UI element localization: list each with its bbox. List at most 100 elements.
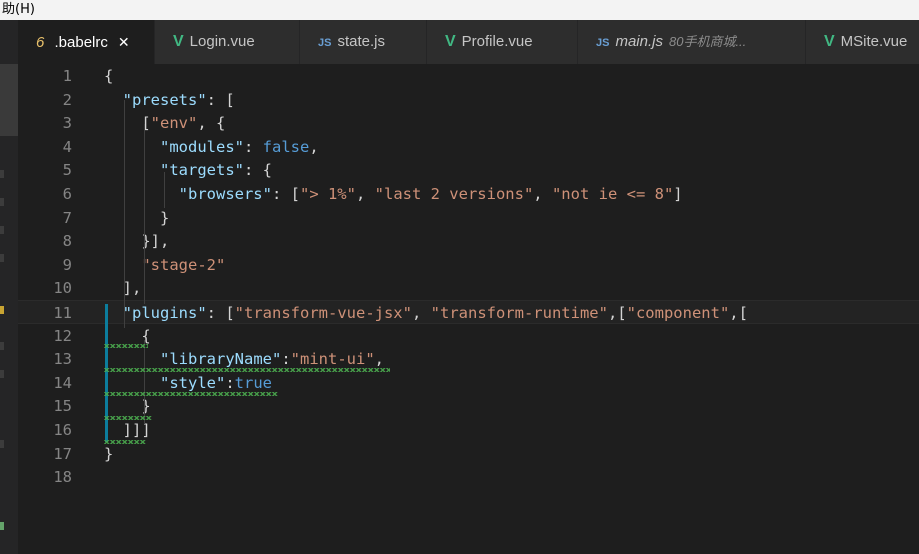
tab-main-js[interactable]: JS main.js 80手机商城... bbox=[578, 20, 806, 64]
line-number: 4 bbox=[62, 137, 72, 156]
line-number: 11 bbox=[53, 304, 72, 322]
code-line[interactable]: 5 "targets": { bbox=[18, 158, 919, 182]
line-number: 13 bbox=[53, 350, 72, 369]
code-line[interactable]: 6 "browsers": ["> 1%", "last 2 versions"… bbox=[18, 182, 919, 206]
code-token: "mint-ui" bbox=[290, 350, 375, 369]
explorer-marker bbox=[0, 440, 4, 448]
tab-login-vue[interactable]: V Login.vue bbox=[155, 20, 300, 64]
error-squiggle bbox=[104, 344, 148, 348]
code-token: } bbox=[104, 444, 114, 463]
code-text: ], bbox=[104, 276, 142, 300]
code-token: "modules" bbox=[160, 137, 244, 156]
code-token: true bbox=[234, 373, 272, 392]
line-number: 5 bbox=[62, 161, 72, 180]
code-line[interactable]: 4 "modules": false, bbox=[18, 135, 919, 159]
code-line[interactable]: 11 "plugins": ["transform-vue-jsx", "tra… bbox=[18, 300, 919, 324]
code-line[interactable]: 2 "presets": [ bbox=[18, 88, 919, 112]
indent-guide bbox=[124, 100, 125, 328]
code-line[interactable]: 12 { bbox=[18, 324, 919, 348]
code-line[interactable]: 16 ]]] bbox=[18, 418, 919, 442]
code-token: "style" bbox=[160, 373, 226, 392]
code-token: "targets" bbox=[160, 161, 244, 180]
line-number: 10 bbox=[53, 279, 72, 298]
code-text: ["env", { bbox=[104, 111, 225, 135]
code-line[interactable]: 17} bbox=[18, 442, 919, 466]
js-file-icon: JS bbox=[596, 37, 610, 49]
menu-item-help[interactable]: 助(H) bbox=[0, 2, 35, 17]
modified-marker bbox=[0, 306, 4, 314]
code-line[interactable]: 3 ["env", { bbox=[18, 111, 919, 135]
code-token: "env" bbox=[150, 114, 198, 133]
line-number: 6 bbox=[62, 185, 72, 203]
code-token: "presets" bbox=[122, 90, 207, 109]
menu-bar: 助(H) bbox=[0, 0, 919, 20]
line-number: 12 bbox=[53, 326, 72, 345]
code-line[interactable]: 7 } bbox=[18, 206, 919, 230]
code-token: "last 2 versions" bbox=[374, 185, 534, 203]
code-token: } bbox=[104, 208, 170, 227]
error-squiggle bbox=[104, 416, 152, 420]
code-token: , bbox=[533, 185, 552, 203]
activity-bar-selected-item[interactable] bbox=[0, 64, 18, 136]
line-number: 15 bbox=[53, 397, 72, 416]
code-token: "stage-2" bbox=[141, 255, 226, 274]
code-text: "modules": false, bbox=[104, 135, 319, 159]
code-line[interactable]: 1{ bbox=[18, 64, 919, 88]
code-token: , bbox=[411, 304, 431, 322]
code-text: "browsers": ["> 1%", "last 2 versions", … bbox=[104, 182, 683, 206]
code-line[interactable]: 8 }], bbox=[18, 229, 919, 253]
tab-label: state.js bbox=[337, 33, 385, 50]
code-token: , bbox=[374, 350, 385, 369]
indent-guide bbox=[164, 172, 165, 208]
code-text: } bbox=[104, 206, 169, 230]
explorer-marker bbox=[0, 254, 4, 262]
tab-label: MSite.vue bbox=[840, 33, 908, 50]
code-text: "targets": { bbox=[104, 158, 272, 182]
tab-state-js[interactable]: JS state.js bbox=[300, 20, 427, 64]
code-token: "not ie <= 8" bbox=[551, 185, 674, 203]
code-editor[interactable]: 18 17} 16 ]]] 15 } 14 "style":true 13 "librar… bbox=[18, 64, 919, 554]
vue-file-marker bbox=[0, 522, 4, 530]
line-number: 1 bbox=[62, 67, 72, 85]
code-token: , bbox=[355, 185, 375, 203]
line-number: 18 bbox=[53, 468, 72, 487]
tab-profile-vue[interactable]: V Profile.vue bbox=[427, 20, 578, 64]
code-token: }], bbox=[104, 232, 170, 251]
vue-file-icon: V bbox=[445, 33, 456, 50]
explorer-marker bbox=[0, 226, 4, 234]
code-line[interactable]: 9 "stage-2" bbox=[18, 253, 919, 277]
code-token: "browsers" bbox=[178, 185, 272, 203]
code-line[interactable]: 10 ], bbox=[18, 276, 919, 300]
line-number: 3 bbox=[62, 114, 72, 133]
tab-label: Profile.vue bbox=[461, 33, 533, 50]
code-token: ,[ bbox=[729, 304, 748, 322]
close-icon[interactable]: ✕ bbox=[118, 20, 130, 64]
code-text: "plugins": ["transform-vue-jsx", "transf… bbox=[104, 301, 748, 325]
code-text: "stage-2" bbox=[104, 253, 225, 277]
code-token: ] bbox=[673, 185, 683, 203]
error-squiggle bbox=[104, 392, 278, 396]
tab-msite-vue[interactable]: V MSite.vue bbox=[806, 20, 919, 64]
tab-babelrc[interactable]: 6 .babelrc ✕ bbox=[18, 20, 155, 64]
line-number: 7 bbox=[62, 208, 72, 227]
code-token: : { bbox=[244, 161, 272, 180]
code-token: "transform-runtime" bbox=[430, 304, 608, 322]
code-token: : [ bbox=[206, 90, 235, 109]
code-token: , bbox=[309, 137, 319, 156]
code-line[interactable]: 18 bbox=[18, 465, 919, 489]
json-file-icon: 6 bbox=[36, 34, 45, 51]
code-line[interactable]: 15 } bbox=[18, 394, 919, 418]
line-number: 17 bbox=[53, 444, 72, 463]
code-token: : bbox=[244, 137, 263, 156]
vue-file-icon: V bbox=[824, 33, 835, 50]
code-token: , { bbox=[197, 114, 226, 133]
code-token: : bbox=[281, 350, 291, 369]
line-number: 16 bbox=[53, 421, 72, 439]
explorer-marker bbox=[0, 342, 4, 350]
